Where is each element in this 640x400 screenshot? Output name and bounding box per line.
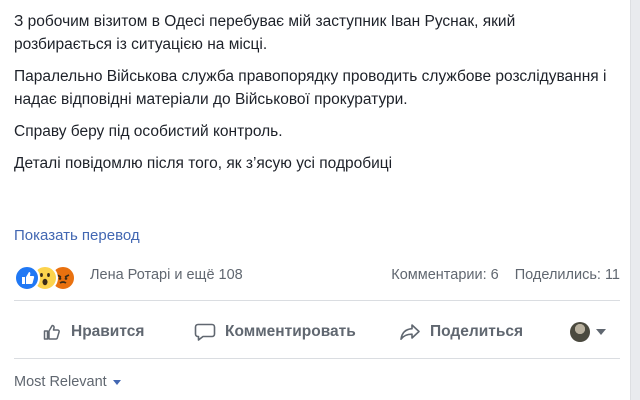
shares-count-link[interactable]: Поделились: 11 <box>515 267 620 283</box>
reactions-summary: Лена Ротарі и ещё 108 Комментарии: 6 Под… <box>14 264 620 291</box>
show-translation-link[interactable]: Показать перевод <box>14 227 140 244</box>
comment-button[interactable]: Комментировать <box>194 310 356 354</box>
chevron-down-icon <box>112 379 121 385</box>
post-actions-bar: Нравится Комментировать Поделиться <box>14 310 620 354</box>
like-button[interactable]: Нравится <box>42 310 144 354</box>
share-button[interactable]: Поделиться <box>399 310 523 354</box>
divider <box>14 358 620 359</box>
thumbs-up-icon <box>43 324 60 340</box>
post-body: З робочим візитом в Одесі перебуває мій … <box>14 10 614 184</box>
react-as-selector[interactable] <box>570 310 606 354</box>
comments-sort-label: Most Relevant <box>14 374 107 390</box>
share-label: Поделиться <box>430 323 524 340</box>
like-label: Нравится <box>71 323 145 340</box>
avatar <box>570 322 590 342</box>
reacted-people-link[interactable]: Лена Ротарі и ещё 108 <box>90 267 243 283</box>
comments-count-link[interactable]: Комментарии: 6 <box>391 267 498 283</box>
engagement-counts: Комментарии: 6 Поделились: 11 <box>379 267 620 283</box>
reaction-icons[interactable] <box>14 264 90 291</box>
post-card: З робочим візитом в Одесі перебуває мій … <box>0 0 631 400</box>
like-icon <box>14 265 40 291</box>
post-paragraph: Паралельно Військова служба правопорядку… <box>14 68 607 108</box>
comment-label: Комментировать <box>225 323 356 340</box>
divider <box>14 300 620 301</box>
post-paragraph: Справу беру під особистий контроль. <box>14 123 283 140</box>
post-paragraph: Деталі повідомлю після того, як з’ясую у… <box>14 155 393 172</box>
post-paragraph: З робочим візитом в Одесі перебуває мій … <box>14 13 516 53</box>
chevron-down-icon <box>596 329 606 335</box>
comment-icon <box>194 323 216 341</box>
share-icon <box>400 324 420 340</box>
comments-sort-dropdown[interactable]: Most Relevant <box>14 374 121 390</box>
